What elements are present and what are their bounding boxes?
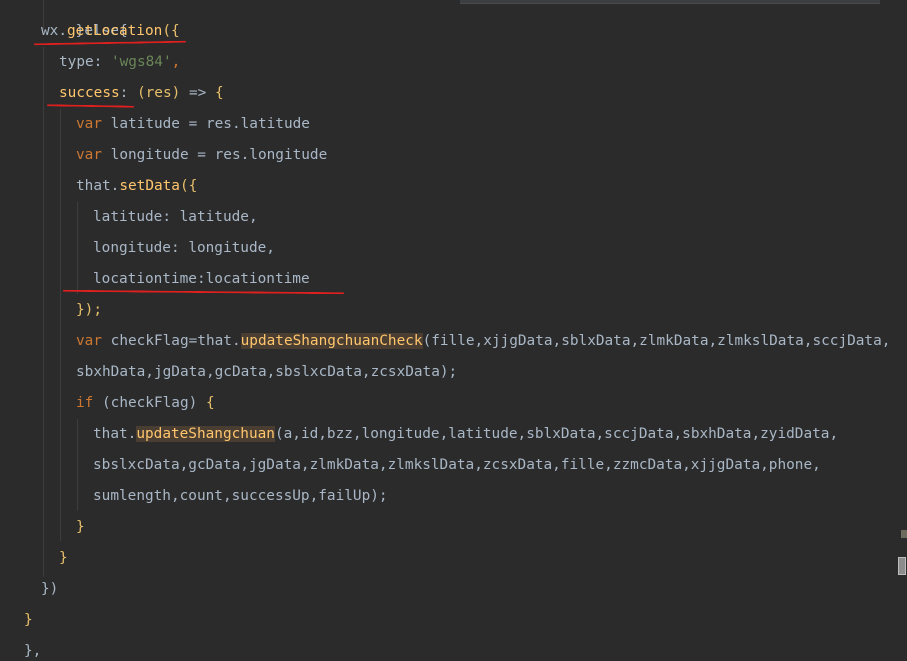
code-line[interactable]: } — [76, 512, 85, 543]
code-brace: { — [214, 85, 224, 101]
code-text: }) — [41, 581, 59, 597]
code-keyword: var — [76, 333, 102, 349]
code-keyword: if — [76, 395, 94, 411]
code-line[interactable]: } — [24, 605, 33, 636]
code-colon: : — [170, 240, 189, 256]
code-line[interactable]: sbxhData,jgData,gcData,sbslxcData,zcsxDa… — [76, 357, 457, 388]
code-text: } — [24, 612, 33, 628]
code-paren: ({ — [179, 178, 198, 194]
code-line[interactable]: }, — [24, 636, 41, 661]
code-text: longitude = res.longitude — [102, 147, 328, 163]
code-text: } — [76, 519, 85, 535]
code-text: (checkFlag) — [93, 395, 206, 411]
code-colon: : — [162, 209, 180, 225]
code-line[interactable]: latitude: latitude, — [93, 202, 258, 233]
code-string: 'wgs84' — [110, 54, 172, 70]
code-args: (fille,xjjgData,sblxData,zlmkData,zlmksl… — [422, 333, 891, 349]
code-brace: { — [205, 395, 215, 411]
code-text: checkFlag=that. — [102, 333, 241, 349]
code-value: latitude, — [179, 209, 258, 225]
code-keyword: var — [76, 116, 102, 132]
code-text: } — [59, 550, 68, 566]
code-function-name: updateShangchuanCheck — [240, 333, 423, 349]
code-colon: : — [93, 54, 111, 70]
code-key: success — [59, 85, 120, 101]
code-text: sumlength,count,successUp,failUp); — [93, 488, 388, 504]
indent-guide — [77, 419, 78, 511]
indent-guide — [60, 109, 61, 541]
code-text: }, — [24, 643, 42, 659]
code-object: wx — [41, 23, 59, 39]
editor-top-bar — [460, 0, 880, 4]
code-key: longitude — [93, 240, 171, 256]
code-dot: . — [58, 23, 67, 39]
code-value: longitude, — [188, 240, 275, 256]
code-function-name: updateShangchuan — [136, 426, 275, 442]
code-args: (a,id,bzz,longitude,latitude,sblxData,sc… — [274, 426, 839, 442]
code-paren: ({ — [162, 23, 180, 39]
code-text: }); — [76, 302, 102, 318]
code-key: locationtime — [93, 271, 197, 287]
code-colon: : — [196, 271, 206, 287]
code-line[interactable]: type: 'wgs84', — [59, 47, 180, 78]
scrollbar-thumb[interactable] — [898, 557, 906, 575]
code-function-name: setData — [119, 178, 180, 194]
code-key: latitude — [93, 209, 163, 225]
code-keyword: var — [76, 147, 102, 163]
code-line[interactable]: if (checkFlag) { — [76, 388, 215, 419]
code-line[interactable]: } — [59, 543, 68, 574]
code-line[interactable]: }); — [76, 295, 102, 326]
code-comma: , — [171, 54, 181, 70]
scrollbar-marker — [901, 530, 907, 538]
code-line[interactable]: that.updateShangchuan(a,id,bzz,longitude… — [93, 419, 838, 450]
code-line[interactable]: var longitude = res.longitude — [76, 140, 327, 171]
code-line[interactable]: }else{ — [41, 0, 128, 39]
indent-guide — [77, 202, 78, 294]
code-arrow: => — [180, 85, 215, 101]
indent-guide — [43, 47, 44, 577]
code-text: sbslxcData,gcData,jgData,zlmkData,zlmksl… — [93, 457, 821, 473]
vertical-scrollbar[interactable] — [897, 0, 907, 661]
code-key: type — [59, 54, 94, 70]
code-text: sbxhData,jgData,gcData,sbslxcData,zcsxDa… — [76, 364, 458, 380]
code-colon: : — [119, 85, 137, 101]
code-line[interactable]: var latitude = res.latitude — [76, 109, 310, 140]
code-function-name: getLocation — [67, 23, 163, 39]
code-line[interactable]: sumlength,count,successUp,failUp); — [93, 481, 388, 512]
code-line[interactable]: }) — [41, 574, 58, 605]
code-text: that. — [93, 426, 137, 442]
code-line[interactable]: var checkFlag=that.updateShangchuanCheck… — [76, 326, 890, 357]
code-object: that — [76, 178, 111, 194]
code-value: locationtime — [205, 271, 310, 287]
code-line[interactable]: that.setData({ — [76, 171, 197, 202]
code-text: latitude = res.latitude — [102, 116, 310, 132]
code-params: (res) — [136, 85, 181, 101]
code-line[interactable]: longitude: longitude, — [93, 233, 275, 264]
code-line[interactable]: sbslxcData,gcData,jgData,zlmkData,zlmksl… — [93, 450, 821, 481]
code-editor[interactable]: }else{ wx.getLocation({ type: 'wgs84', s… — [0, 0, 907, 661]
